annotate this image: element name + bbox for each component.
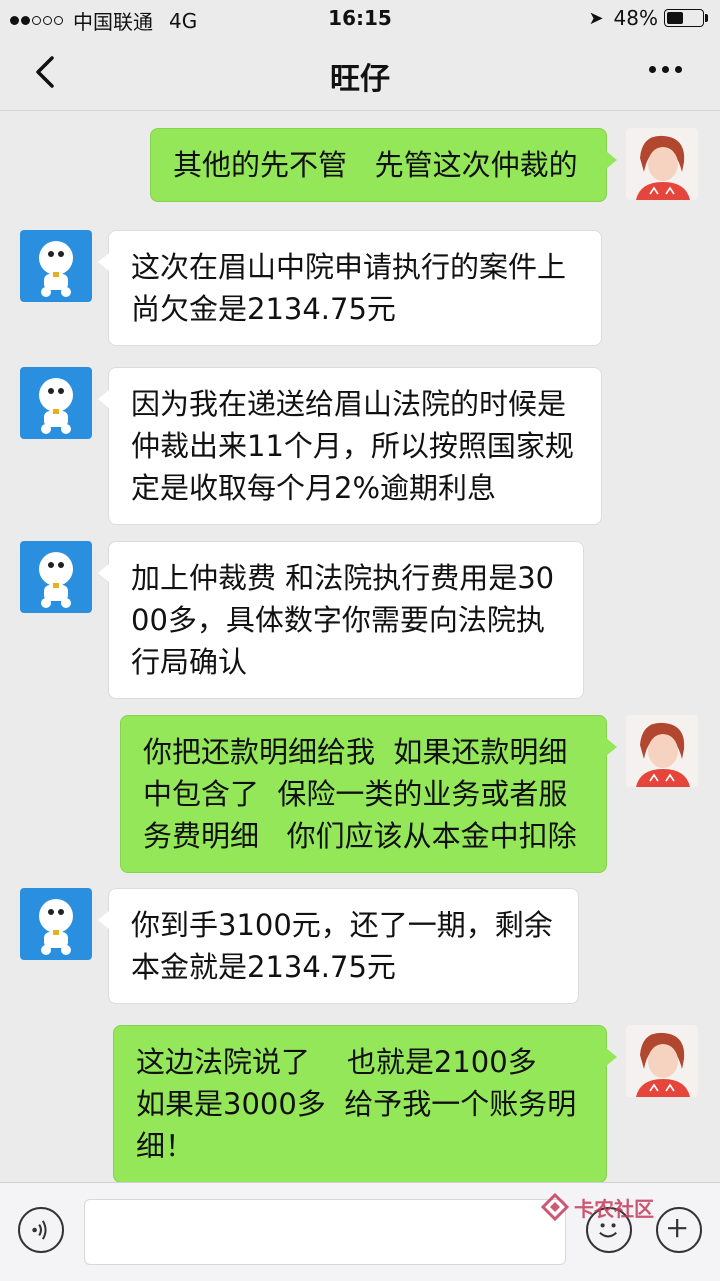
message-input[interactable]: [84, 1199, 566, 1265]
message-bubble[interactable]: 这边法院说了 也就是2100多 如果是3000多 给予我一个账务明细！: [113, 1025, 617, 1182]
more-options-icon[interactable]: [643, 66, 682, 73]
battery-icon: [664, 9, 704, 27]
contact-avatar[interactable]: [20, 230, 92, 302]
message-bubble[interactable]: 这次在眉山中院申请执行的案件上尚欠金是2134.75元: [98, 230, 602, 346]
my-avatar[interactable]: [626, 1025, 698, 1097]
watermark-logo-icon: [540, 1192, 570, 1222]
message-bubble[interactable]: 因为我在递送给眉山法院的时候是仲裁出来11个月，所以按照国家规定是收取每个月2%…: [98, 367, 602, 525]
chat-title: 旺仔: [330, 62, 390, 97]
my-avatar[interactable]: [626, 715, 698, 787]
contact-avatar[interactable]: [20, 367, 92, 439]
battery-percentage: 48%: [613, 6, 658, 30]
status-bar: 中国联通 4G 16:15 ➤ 48%: [0, 0, 720, 36]
battery-tip-icon: [705, 14, 708, 22]
nav-bar: 旺仔: [0, 36, 720, 111]
my-avatar[interactable]: [626, 128, 698, 200]
watermark-text: 卡农社区: [574, 1196, 654, 1221]
message-bubble[interactable]: 你到手3100元，还了一期，剩余本金就是2134.75元: [98, 888, 579, 1004]
message-bubble[interactable]: 加上仲裁费 和法院执行费用是3000多，具体数字你需要向法院执行局确认: [98, 541, 584, 699]
message-list[interactable]: 其他的先不管 先管这次仲裁的这次在眉山中院申请执行的案件上尚欠金是2134.75…: [0, 110, 720, 1182]
voice-input-icon[interactable]: [18, 1207, 64, 1253]
message-bubble[interactable]: 其他的先不管 先管这次仲裁的: [150, 128, 617, 202]
location-arrow-icon: ➤: [588, 7, 604, 29]
message-bubble[interactable]: 你把还款明细给我 如果还款明细中包含了 保险一类的业务或者服务费明细 你们应该从…: [120, 715, 617, 873]
contact-avatar[interactable]: [20, 888, 92, 960]
plus-icon[interactable]: [656, 1207, 702, 1253]
contact-avatar[interactable]: [20, 541, 92, 613]
status-right: ➤ 48%: [588, 6, 708, 30]
watermark: 卡农社区: [540, 1192, 654, 1222]
